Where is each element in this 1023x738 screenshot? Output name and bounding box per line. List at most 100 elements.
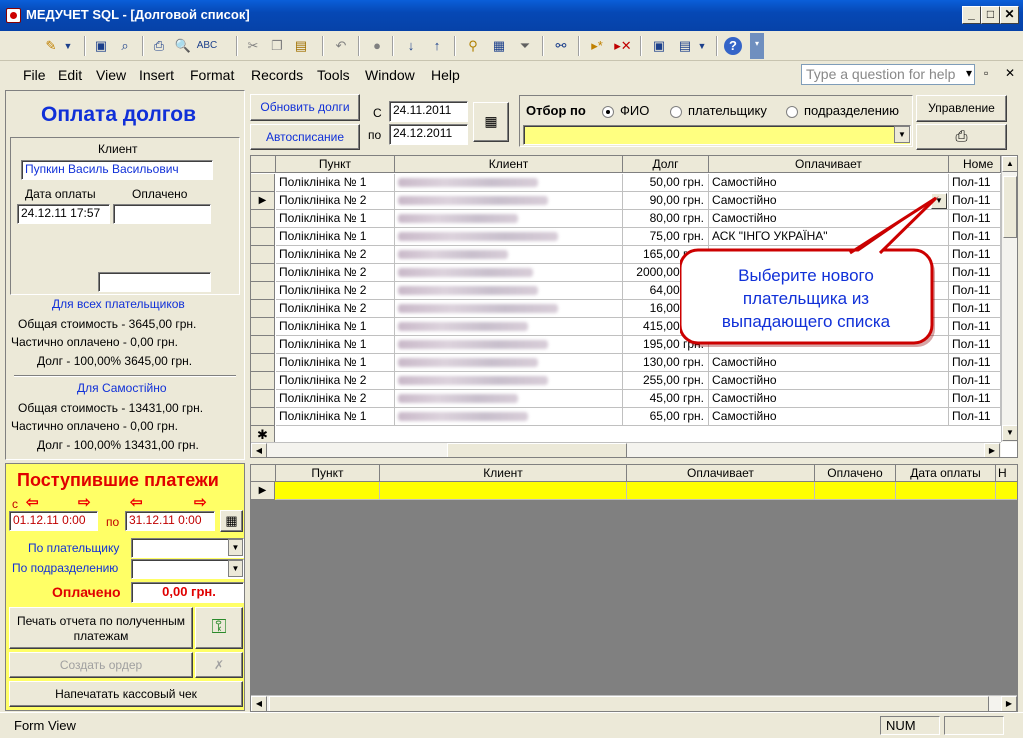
create-order-button[interactable]: Создать ордер <box>9 652 193 678</box>
toggle-filter-icon[interactable]: ⏷ <box>514 35 536 57</box>
vertical-scrollbar[interactable]: ▲ ▼ <box>1001 156 1017 442</box>
column-header[interactable]: Пункт <box>276 156 395 173</box>
cell-client[interactable] <box>395 192 623 210</box>
scroll-right-icon[interactable]: ▶ <box>1001 696 1017 711</box>
cell-payer[interactable]: Самостійно <box>709 354 949 372</box>
new-object-icon[interactable]: ▤ <box>674 35 696 57</box>
cell-debt[interactable]: 130,00 грн. <box>623 354 709 372</box>
paste-icon[interactable]: ▤ <box>290 35 312 57</box>
find-icon[interactable]: ⚯ <box>550 35 572 57</box>
table-row[interactable]: Поліклініка № 1 65,00 грн. Самостійно Пол-1… <box>251 408 1017 426</box>
chevron-down-icon[interactable]: ▼ <box>228 539 243 556</box>
row-selector[interactable] <box>251 336 275 354</box>
row-selector[interactable] <box>251 390 275 408</box>
scroll-right-icon[interactable]: ▶ <box>984 443 1000 457</box>
date-back-icon[interactable]: ⇦ <box>130 493 143 511</box>
date-back-icon[interactable]: ⇦ <box>26 493 39 511</box>
new-record-icon[interactable]: ▸* <box>586 35 608 57</box>
dept-select[interactable]: ▼ <box>131 559 244 579</box>
filter-by-form-icon[interactable]: ▦ <box>488 35 510 57</box>
print-button[interactable]: ⎙ <box>916 124 1007 150</box>
radio-fio[interactable]: ФИО <box>602 103 649 118</box>
print-icon[interactable]: ⎙ <box>148 35 170 57</box>
menu-insert[interactable]: Insert <box>139 67 174 83</box>
scroll-up-icon[interactable]: ▲ <box>1002 156 1017 172</box>
chevron-down-icon[interactable]: ▼ <box>894 126 910 143</box>
extra-field[interactable] <box>98 272 211 292</box>
payment-date-field[interactable]: 24.12.11 17:57 <box>17 204 110 224</box>
menu-file[interactable]: File <box>23 67 46 83</box>
row-selector[interactable] <box>251 282 275 300</box>
menu-records[interactable]: Records <box>251 67 303 83</box>
file-search-icon[interactable]: ⌕ <box>114 35 136 57</box>
column-header[interactable]: Оплачивает <box>627 465 815 482</box>
cell[interactable] <box>815 482 896 500</box>
select-all-corner[interactable] <box>251 156 276 173</box>
auto-writeoff-button[interactable]: Автосписание <box>250 124 360 150</box>
to-date-input[interactable]: 24.12.2011 <box>389 124 468 145</box>
client-field[interactable]: Пупкин Василь Васильович <box>21 160 213 180</box>
cell-number[interactable]: Пол-11 <box>949 300 1001 318</box>
print-check-button[interactable]: Напечатать кассовый чек <box>9 681 243 707</box>
ask-question-input[interactable]: Type a question for help <box>801 64 975 85</box>
cell-client[interactable] <box>395 264 623 282</box>
cell-point[interactable]: Поліклініка № 2 <box>276 300 395 318</box>
date-forward-icon[interactable]: ⇨ <box>78 493 91 511</box>
column-header[interactable]: Клиент <box>395 156 623 173</box>
maximize-button[interactable]: □ <box>981 6 1000 24</box>
cell-client[interactable] <box>395 336 623 354</box>
scroll-left-icon[interactable]: ◀ <box>251 443 267 457</box>
new-payment-row[interactable]: ▶ <box>251 482 1017 500</box>
table-row[interactable]: Поліклініка № 1 130,00 грн. Самостійно Пол-… <box>251 354 1017 372</box>
cell-client[interactable] <box>395 282 623 300</box>
cell-debt[interactable]: 255,00 грн. <box>623 372 709 390</box>
row-selector[interactable] <box>251 318 275 336</box>
current-record-icon[interactable]: ▶ <box>251 192 275 210</box>
column-header[interactable]: Оплачено <box>815 465 896 482</box>
chevron-down-icon[interactable]: ▼ <box>228 560 243 577</box>
cell-client[interactable] <box>395 246 623 264</box>
filter-by-selection-icon[interactable]: ⚲ <box>462 35 484 57</box>
manage-button[interactable]: Управление <box>916 95 1007 122</box>
row-selector[interactable] <box>251 210 275 228</box>
restore-window-icon[interactable]: ▫ <box>984 66 988 80</box>
cell-number[interactable]: Пол-11 <box>949 246 1001 264</box>
cell-point[interactable]: Поліклініка № 2 <box>276 192 395 210</box>
calendar-button[interactable]: ▦ <box>220 510 243 532</box>
cell-client[interactable] <box>395 354 623 372</box>
help-icon[interactable]: ? <box>724 37 742 55</box>
cell-point[interactable]: Поліклініка № 2 <box>276 282 395 300</box>
column-header[interactable]: Н <box>996 465 1017 482</box>
spelling-icon[interactable]: ABC <box>196 35 218 57</box>
cell[interactable] <box>276 482 380 500</box>
cell-client[interactable] <box>395 372 623 390</box>
row-selector[interactable] <box>251 354 275 372</box>
cell-client[interactable] <box>395 300 623 318</box>
ask-dropdown-icon[interactable]: ▾ <box>966 66 972 80</box>
scroll-thumb[interactable] <box>269 696 989 711</box>
paid-amount-field[interactable] <box>113 204 211 224</box>
row-selector[interactable] <box>251 372 275 390</box>
view-dropdown-icon[interactable]: ▼ <box>62 35 74 57</box>
column-header[interactable]: Клиент <box>380 465 627 482</box>
payer-select[interactable]: ▼ <box>131 538 244 558</box>
scroll-thumb[interactable] <box>1003 176 1017 238</box>
cell[interactable] <box>380 482 627 500</box>
column-header[interactable]: Пункт <box>276 465 380 482</box>
cell-client[interactable] <box>395 390 623 408</box>
horizontal-scrollbar[interactable]: ◀ ▶ <box>251 695 1017 711</box>
scroll-left-icon[interactable]: ◀ <box>251 696 267 711</box>
close-document-icon[interactable]: ✕ <box>1005 66 1015 80</box>
cell-point[interactable]: Поліклініка № 2 <box>276 246 395 264</box>
horizontal-scrollbar[interactable]: ◀ ▶ <box>251 442 1001 457</box>
column-header[interactable]: Дата оплаты <box>896 465 996 482</box>
sort-ascending-icon[interactable]: ↓ <box>400 35 422 57</box>
database-window-icon[interactable]: ▣ <box>648 35 670 57</box>
cell-payer[interactable]: Самостійно <box>709 408 949 426</box>
cell-number[interactable]: Пол-11 <box>949 354 1001 372</box>
cell-number[interactable]: Пол-11 <box>949 210 1001 228</box>
cell-number[interactable]: Пол-11 <box>949 336 1001 354</box>
row-selector[interactable] <box>251 246 275 264</box>
menu-window[interactable]: Window <box>365 67 415 83</box>
row-selector[interactable] <box>251 174 275 192</box>
